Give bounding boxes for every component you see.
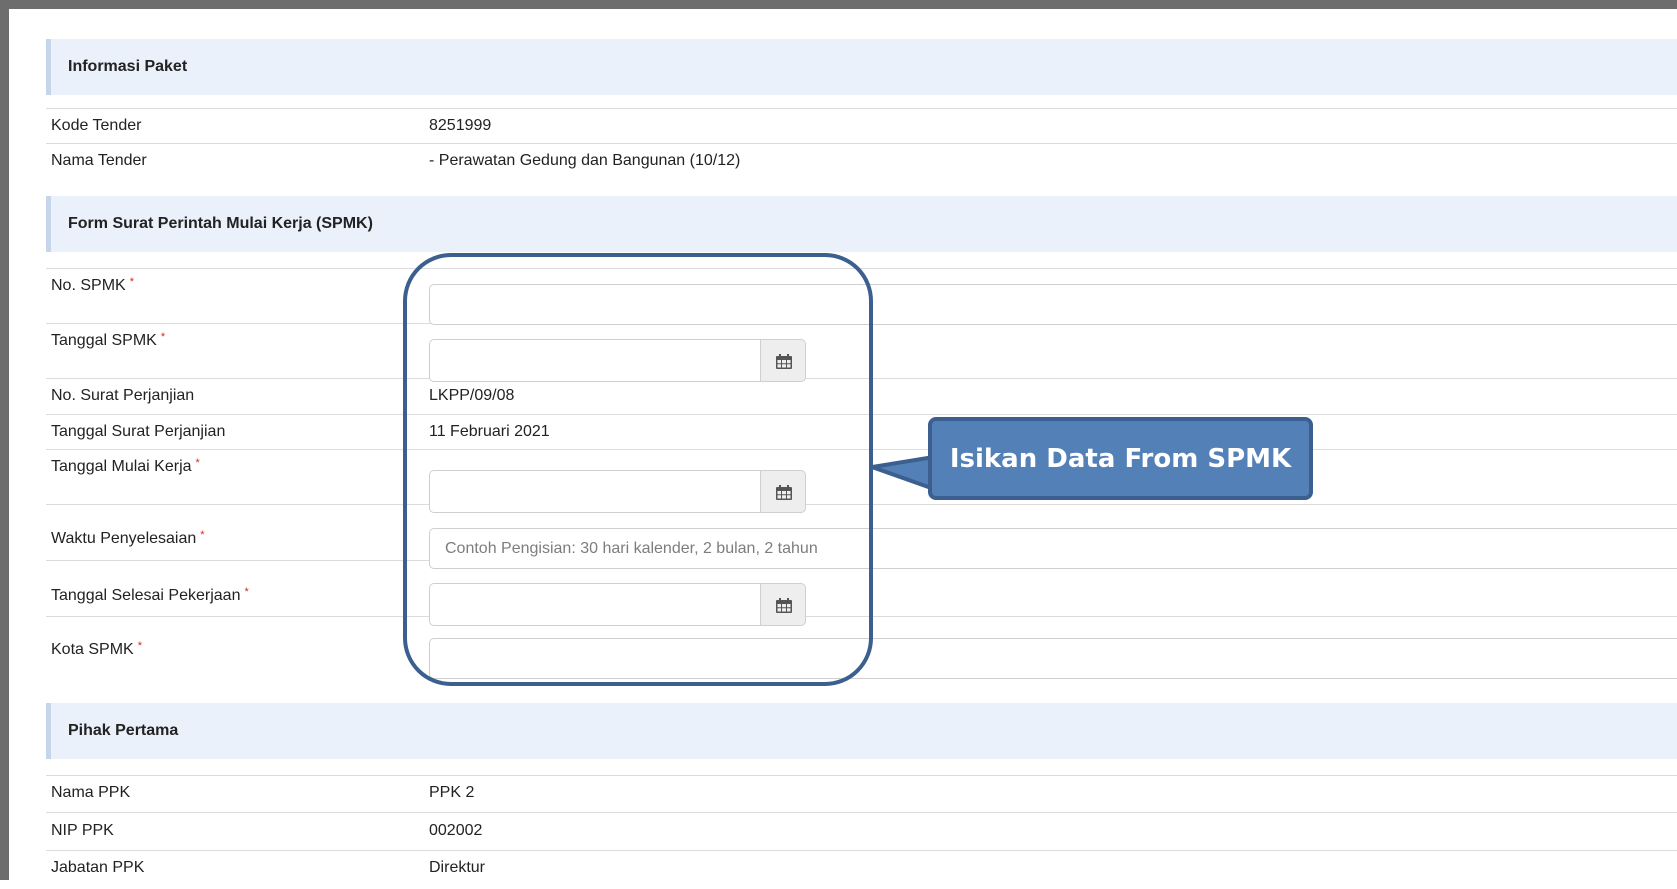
page-frame: Informasi Paket Kode Tender 8251999 Nama… <box>0 0 1677 880</box>
required-marker: * <box>195 457 200 469</box>
no-spmk-input[interactable] <box>429 284 1677 325</box>
tanggal-selesai-pekerjaan-calendar-button[interactable] <box>760 583 806 626</box>
value-nama-ppk: PPK 2 <box>429 784 475 801</box>
label-tanggal-mulai-kerja: Tanggal Mulai Kerja * <box>51 457 200 475</box>
tanggal-spmk-input[interactable] <box>429 339 760 382</box>
value-nip-ppk: 002002 <box>429 822 483 839</box>
section-informasi-paket: Informasi Paket <box>46 39 1677 95</box>
required-marker: * <box>160 331 166 343</box>
value-kode-tender: 8251999 <box>429 117 492 134</box>
row-tanggal-mulai-kerja: Tanggal Mulai Kerja * <box>46 449 1677 504</box>
label-tanggal-selesai-pekerjaan: Tanggal Selesai Pekerjaan * <box>51 586 249 604</box>
row-kode-tender: Kode Tender 8251999 <box>46 108 1677 143</box>
row-tanggal-spmk: Tanggal SPMK * <box>46 323 1677 378</box>
label-kode-tender: Kode Tender <box>51 117 142 134</box>
waktu-penyelesaian-placeholder: Contoh Pengisian: 30 hari kalender, 2 bu… <box>445 540 818 557</box>
required-marker: * <box>129 276 134 288</box>
row-no-surat-perjanjian: No. Surat Perjanjian LKPP/09/08 <box>46 378 1677 414</box>
calendar-icon <box>776 485 792 500</box>
required-marker: * <box>200 529 205 541</box>
required-marker: * <box>137 640 142 652</box>
required-marker: * <box>244 586 249 598</box>
waktu-penyelesaian-input[interactable]: Contoh Pengisian: 30 hari kalender, 2 bu… <box>429 528 1677 569</box>
label-kota-spmk: Kota SPMK * <box>51 640 142 658</box>
tanggal-selesai-pekerjaan-input[interactable] <box>429 583 760 626</box>
calendar-icon <box>776 354 792 369</box>
section-title: Informasi Paket <box>68 58 188 75</box>
section-title: Pihak Pertama <box>68 722 179 739</box>
label-nama-ppk: Nama PPK <box>51 784 131 801</box>
tanggal-spmk-calendar-button[interactable] <box>760 339 806 382</box>
label-tanggal-spmk: Tanggal SPMK * <box>51 331 166 349</box>
tanggal-mulai-kerja-datepicker <box>429 470 806 513</box>
label-jabatan-ppk: Jabatan PPK <box>51 859 145 876</box>
value-nama-tender: - Perawatan Gedung dan Bangunan (10/12) <box>429 152 741 169</box>
tanggal-mulai-kerja-input[interactable] <box>429 470 760 513</box>
row-nama-tender: Nama Tender - Perawatan Gedung dan Bangu… <box>46 143 1677 179</box>
label-no-spmk: No. SPMK * <box>51 276 134 294</box>
tanggal-selesai-pekerjaan-datepicker <box>429 583 806 626</box>
label-waktu-penyelesaian: Waktu Penyelesaian * <box>51 529 205 547</box>
label-tanggal-surat-perjanjian: Tanggal Surat Perjanjian <box>51 423 226 440</box>
callout-text: Isikan Data From SPMK <box>949 443 1292 474</box>
calendar-icon <box>776 598 792 613</box>
callout-box: Isikan Data From SPMK <box>928 417 1313 500</box>
row-nama-ppk: Nama PPK PPK 2 <box>46 775 1677 812</box>
section-title: Form Surat Perintah Mulai Kerja (SPMK) <box>68 215 373 232</box>
row-tanggal-surat-perjanjian: Tanggal Surat Perjanjian 11 Februari 202… <box>46 414 1677 449</box>
section-form-spmk: Form Surat Perintah Mulai Kerja (SPMK) <box>46 196 1677 252</box>
label-no-surat-perjanjian: No. Surat Perjanjian <box>51 387 195 404</box>
row-nip-ppk: NIP PPK 002002 <box>46 812 1677 850</box>
kota-spmk-input[interactable] <box>429 638 1677 679</box>
tanggal-mulai-kerja-calendar-button[interactable] <box>760 470 806 513</box>
tanggal-spmk-datepicker <box>429 339 806 382</box>
label-nama-tender: Nama Tender <box>51 152 147 169</box>
value-tanggal-surat-perjanjian: 11 Februari 2021 <box>429 423 550 440</box>
value-jabatan-ppk: Direktur <box>429 859 486 876</box>
row-jabatan-ppk: Jabatan PPK Direktur <box>46 850 1677 889</box>
value-no-surat-perjanjian: LKPP/09/08 <box>429 387 515 404</box>
section-pihak-pertama: Pihak Pertama <box>46 703 1677 759</box>
label-nip-ppk: NIP PPK <box>51 822 114 839</box>
